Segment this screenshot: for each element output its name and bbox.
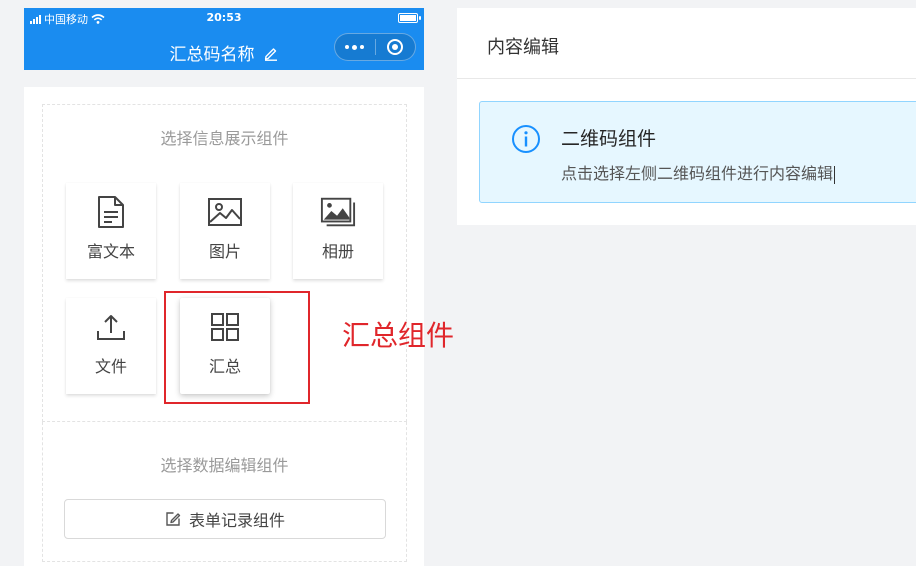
component-label: 富文本	[86, 242, 135, 261]
more-dots-icon	[345, 44, 365, 50]
edit-icon	[166, 512, 181, 526]
panel-title: 内容编辑	[487, 37, 559, 58]
annotation-label: 汇总组件	[342, 319, 455, 352]
info-icon	[512, 125, 540, 153]
alert-description-wrap: 点击选择左侧二维码组件进行内容编辑	[561, 160, 836, 184]
divider	[457, 78, 916, 79]
alert-title: 二维码组件	[561, 128, 657, 150]
image-icon	[207, 194, 243, 230]
upload-icon	[93, 309, 129, 345]
album-icon	[320, 194, 356, 230]
edit-pencil-icon[interactable]	[263, 45, 279, 61]
component-label: 图片	[208, 242, 241, 261]
component-album[interactable]: 相册	[293, 183, 383, 279]
component-label: 相册	[321, 242, 354, 261]
highlight-frame	[164, 291, 310, 404]
data-section-title: 选择数据编辑组件	[160, 456, 289, 475]
component-image[interactable]: 图片	[180, 183, 270, 279]
form-record-label: 表单记录组件	[188, 511, 285, 530]
info-alert: 二维码组件 点击选择左侧二维码组件进行内容编辑	[479, 101, 916, 203]
form-record-button[interactable]: 表单记录组件	[64, 499, 386, 539]
close-button[interactable]	[376, 34, 416, 60]
close-target-icon	[387, 39, 404, 55]
status-bar: 中国移动 20:53	[24, 8, 424, 28]
data-components-section: 选择数据编辑组件 表单记录组件	[42, 422, 407, 562]
phone-nav-bar: 中国移动 20:53 汇总码名称	[24, 8, 424, 70]
page-title: 汇总码名称	[169, 45, 255, 65]
info-section-title: 选择信息展示组件	[160, 129, 289, 148]
status-time: 20:53	[206, 11, 242, 24]
text-cursor	[834, 165, 836, 184]
alert-description: 点击选择左侧二维码组件进行内容编辑	[561, 164, 834, 183]
component-label: 文件	[94, 357, 127, 376]
component-file[interactable]: 文件	[66, 298, 156, 394]
battery-icon	[398, 13, 418, 23]
content-edit-panel: 内容编辑 二维码组件 点击选择左侧二维码组件进行内容编辑	[457, 8, 916, 225]
component-richtext[interactable]: 富文本	[66, 183, 156, 279]
more-button[interactable]	[335, 34, 375, 60]
mini-program-capsule	[334, 33, 416, 61]
document-icon	[93, 194, 129, 230]
